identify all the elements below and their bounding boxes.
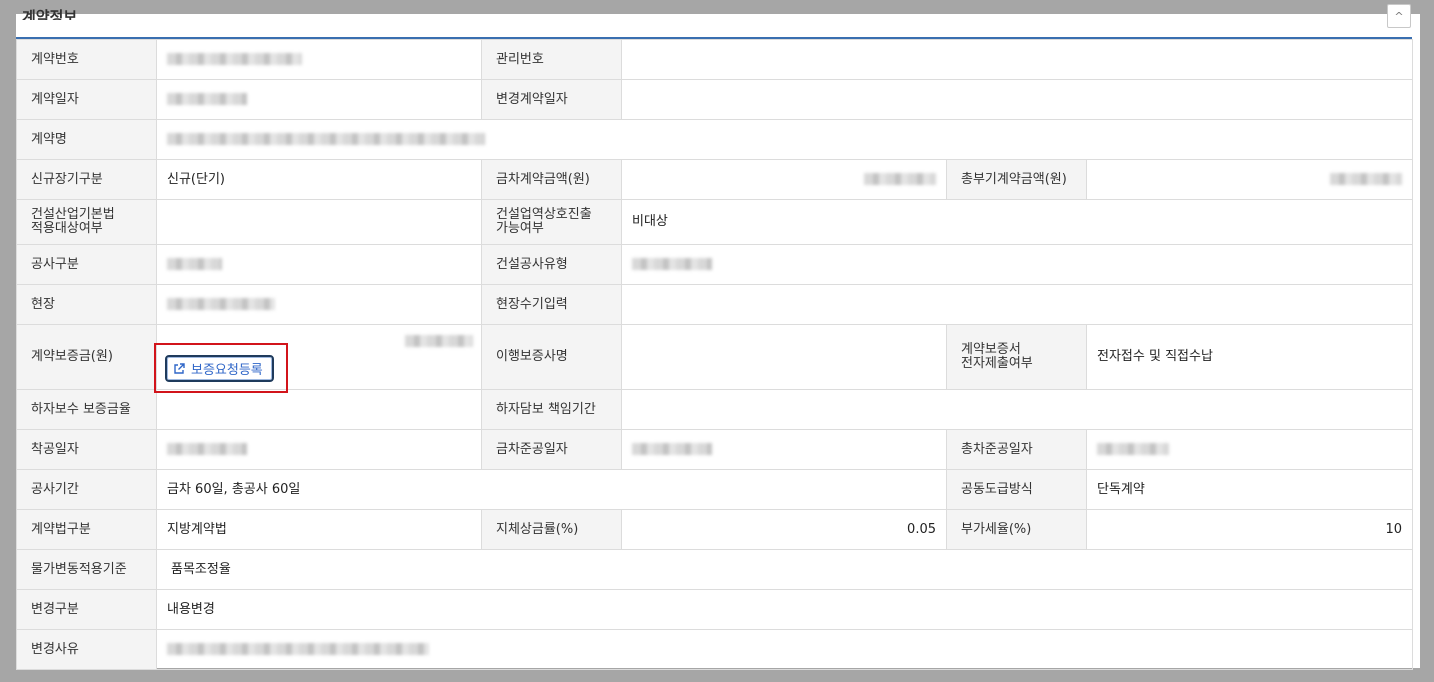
label-new-long-term: 신규장기구분	[16, 159, 157, 200]
value-construction-industry-act	[156, 199, 482, 245]
label-contract-no: 계약번호	[16, 39, 157, 80]
label-total-completion: 총차준공일자	[946, 429, 1087, 470]
label-total-amount: 총부기계약금액(원)	[946, 159, 1087, 200]
value-changed-contract-date	[621, 79, 1413, 120]
table-row: 변경구분 내용변경	[16, 589, 1413, 630]
collapse-button[interactable]: ^	[1387, 4, 1411, 28]
table-row: 현장 현장수기입력	[16, 284, 1413, 325]
value-mgmt-no	[621, 39, 1413, 80]
value-change-reason	[156, 629, 1413, 670]
label-defect-period: 하자담보 책임기간	[481, 389, 622, 430]
redacted-value	[167, 643, 429, 655]
external-link-icon	[174, 362, 185, 374]
value-site	[156, 284, 482, 325]
label-mutual-entry: 건설업역상호진출 가능여부	[481, 199, 622, 245]
label-site: 현장	[16, 284, 157, 325]
label-construction-type: 건설공사유형	[481, 244, 622, 285]
table-row: 변경사유	[16, 629, 1413, 670]
value-delay-rate: 0.05	[621, 509, 947, 550]
label-work-type: 공사구분	[16, 244, 157, 285]
label-contract-law: 계약법구분	[16, 509, 157, 550]
label-changed-contract-date: 변경계약일자	[481, 79, 622, 120]
redacted-value	[167, 298, 275, 310]
redacted-value	[632, 443, 712, 455]
highlight-box: 보증요청등록	[154, 343, 288, 393]
value-mutual-entry: 비대상	[621, 199, 1413, 245]
value-contract-law: 지방계약법	[156, 509, 482, 550]
chevron-up-icon: ^	[1394, 9, 1404, 23]
value-construction-type	[621, 244, 1413, 285]
label-defect-guarantee: 하자보수 보증금율	[16, 389, 157, 430]
label-delay-rate: 지체상금률(%)	[481, 509, 622, 550]
table-row: 계약명	[16, 119, 1413, 160]
redacted-value	[632, 258, 712, 270]
label-ecert: 계약보증서 전자제출여부	[946, 324, 1087, 390]
label-change-reason: 변경사유	[16, 629, 157, 670]
table-row: 신규장기구분 신규(단기) 금차계약금액(원) 총부기계약금액(원)	[16, 159, 1413, 200]
value-contract-name	[156, 119, 1413, 160]
table-row: 공사구분 건설공사유형	[16, 244, 1413, 285]
value-total-amount	[1086, 159, 1413, 200]
label-construction-industry-act: 건설산업기본법 적용대상여부	[16, 199, 157, 245]
label-performance-guarantor: 이행보증사명	[481, 324, 622, 390]
table-row: 공사기간 금차 60일, 총공사 60일 공동도급방식 단독계약	[16, 469, 1413, 510]
guarantee-request-label: 보증요청등록	[191, 363, 263, 378]
value-joint-method: 단독계약	[1086, 469, 1413, 510]
value-work-type	[156, 244, 482, 285]
redacted-value	[167, 53, 302, 65]
label-contract-date: 계약일자	[16, 79, 157, 120]
label-this-amount: 금차계약금액(원)	[481, 159, 622, 200]
value-this-amount	[621, 159, 947, 200]
label-start-date: 착공일자	[16, 429, 157, 470]
table-row: 계약법구분 지방계약법 지체상금률(%) 0.05 부가세율(%) 10	[16, 509, 1413, 550]
table-row: 계약번호 관리번호	[16, 39, 1413, 80]
redacted-value	[167, 443, 247, 455]
label-contract-name: 계약명	[16, 119, 157, 160]
value-contract-no	[156, 39, 482, 80]
value-change-type: 내용변경	[156, 589, 1413, 630]
guarantee-request-button[interactable]: 보증요청등록	[165, 355, 274, 382]
contract-info-dialog: 계약정보 ^ 계약번호 관리번호 계약일자 변경계약일자 계약명 신규장기구분	[16, 4, 1420, 670]
table-row: 하자보수 보증금율 하자담보 책임기간	[16, 389, 1413, 430]
value-this-completion	[621, 429, 947, 470]
redacted-value	[1097, 443, 1169, 455]
value-total-completion	[1086, 429, 1413, 470]
redacted-value	[167, 258, 222, 270]
value-site-manual	[621, 284, 1413, 325]
label-work-period: 공사기간	[16, 469, 157, 510]
label-vat-rate: 부가세율(%)	[946, 509, 1087, 550]
value-performance-guarantor	[621, 324, 947, 390]
label-price-fluct: 물가변동적용기준	[16, 549, 157, 590]
value-start-date	[156, 429, 482, 470]
table-row: 계약일자 변경계약일자	[16, 79, 1413, 120]
value-new-long-term: 신규(단기)	[156, 159, 482, 200]
value-defect-period	[621, 389, 1413, 430]
value-ecert: 전자접수 및 직접수납	[1086, 324, 1413, 390]
dialog-title: 계약정보	[22, 8, 78, 20]
value-work-period: 금차 60일, 총공사 60일	[156, 469, 947, 510]
label-site-manual: 현장수기입력	[481, 284, 622, 325]
label-joint-method: 공동도급방식	[946, 469, 1087, 510]
label-mgmt-no: 관리번호	[481, 39, 622, 80]
table-row: 물가변동적용기준 품목조정율	[16, 549, 1413, 590]
value-contract-date	[156, 79, 482, 120]
redacted-value	[167, 93, 247, 105]
label-this-completion: 금차준공일자	[481, 429, 622, 470]
value-defect-guarantee	[156, 389, 482, 430]
table-row: 건설산업기본법 적용대상여부 건설업역상호진출 가능여부 비대상	[16, 199, 1413, 245]
value-price-fluct: 품목조정율	[156, 549, 1413, 590]
label-change-type: 변경구분	[16, 589, 157, 630]
redacted-value	[167, 133, 485, 145]
table-row: 착공일자 금차준공일자 총차준공일자	[16, 429, 1413, 470]
redacted-value	[864, 173, 936, 185]
redacted-value	[1330, 173, 1402, 185]
value-vat-rate: 10	[1086, 509, 1413, 550]
redacted-value	[405, 335, 473, 347]
label-guarantee-amount: 계약보증금(원)	[16, 324, 157, 390]
